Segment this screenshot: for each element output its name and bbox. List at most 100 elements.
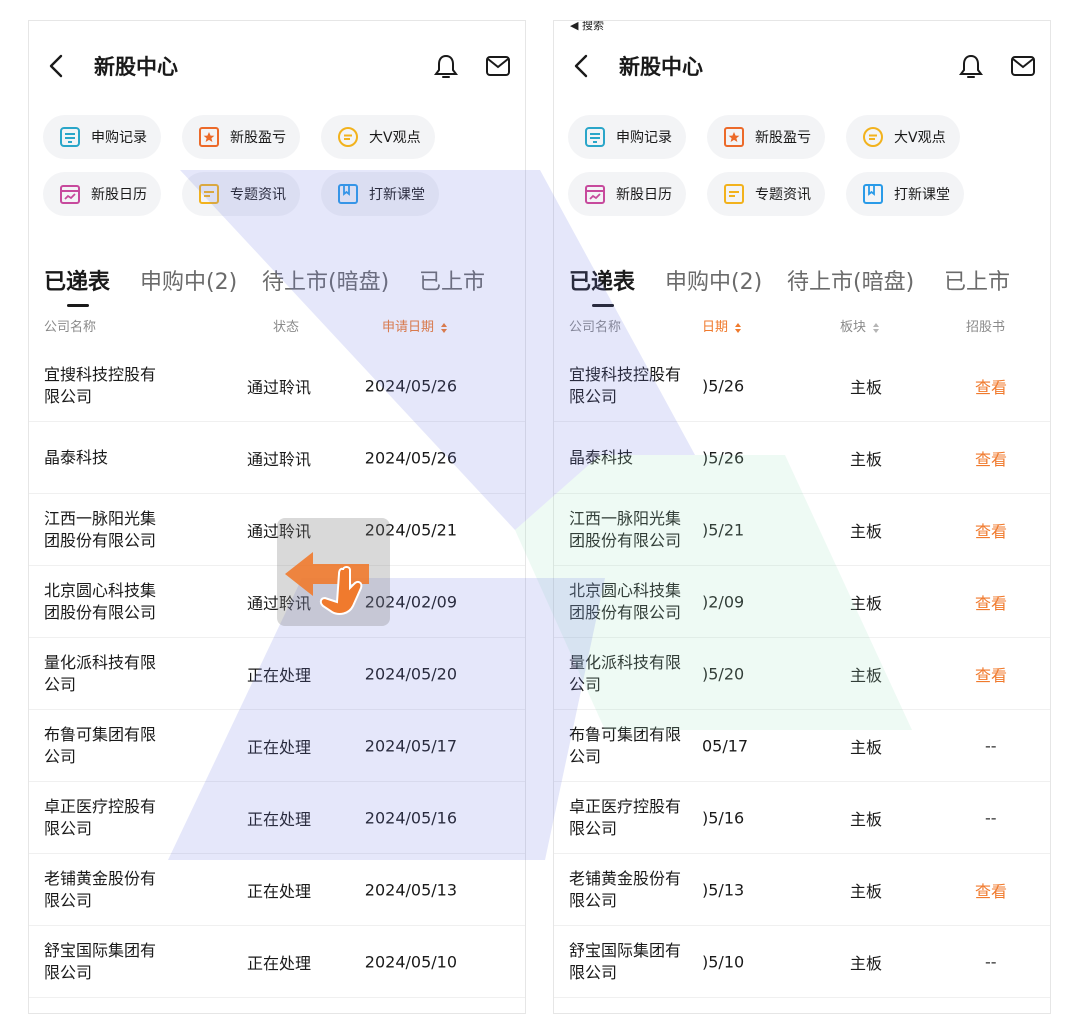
board-text: 主板 — [850, 809, 883, 829]
table-row[interactable]: 上海卓越睿新数 — [554, 998, 1050, 1013]
prospectus-link[interactable]: 查看 — [975, 878, 1007, 902]
table-row[interactable]: 卓正医疗控股有限公司 正在处理 2024/05/16 — [29, 782, 525, 854]
tab-pending-listing[interactable]: 待上市(暗盘) — [787, 269, 914, 297]
list-doc-icon — [60, 127, 80, 147]
status-text: 通过聆讯 — [247, 449, 312, 469]
chat-bubble-icon — [338, 127, 358, 147]
apply-date: )5/26 — [702, 448, 745, 467]
apply-date: )5/16 — [702, 808, 745, 827]
table-row[interactable]: 宜搜科技控股有限公司)5/26 主板 查看 — [554, 350, 1050, 422]
column-header-company: 公司名称 — [44, 320, 97, 335]
company-name: 舒宝国际集团有限公司 — [44, 940, 157, 982]
table-row[interactable]: 宜搜科技控股有限公司 通过聆讯 2024/05/26 — [29, 350, 525, 422]
mail-icon[interactable] — [1010, 55, 1036, 77]
prospectus-link[interactable]: 查看 — [975, 374, 1007, 398]
tab-pending-listing[interactable]: 待上市(暗盘) — [262, 269, 389, 297]
table-row[interactable]: 量化派科技有限公司 正在处理 2024/05/20 — [29, 638, 525, 710]
table-row[interactable]: 布鲁可集团有限公司 05/17 主板 -- — [554, 710, 1050, 782]
chip-ipo-classroom[interactable]: 打新课堂 — [846, 172, 964, 216]
board-text: 主板 — [850, 521, 883, 541]
chip-label: 专题资讯 — [755, 187, 811, 203]
column-header-company: 公司名称 — [569, 320, 622, 335]
bell-icon[interactable] — [958, 53, 984, 81]
chip-label: 专题资讯 — [230, 187, 286, 203]
chip-ipo-profit-loss[interactable]: 新股盈亏 — [182, 115, 300, 159]
back-arrow-icon[interactable] — [570, 53, 594, 79]
chip-ipo-profit-loss[interactable]: 新股盈亏 — [707, 115, 825, 159]
chip-label: 新股盈亏 — [230, 130, 286, 146]
company-name: 舒宝国际集团有限公司 — [569, 940, 682, 982]
column-header-date-label: 申请日期 — [382, 320, 435, 335]
apply-date: 2024/05/26 — [364, 448, 457, 467]
board-text: 主板 — [850, 953, 883, 973]
board-text: 主板 — [850, 881, 883, 901]
board-text: 主板 — [850, 665, 883, 685]
apply-date: 2024/05/16 — [364, 808, 457, 827]
prospectus-link[interactable]: 查看 — [975, 662, 1007, 686]
apply-date: )5/10 — [702, 952, 745, 971]
chip-influencer-views[interactable]: 大V观点 — [321, 115, 435, 159]
tab-listed[interactable]: 已上市 — [944, 269, 1010, 297]
chip-ipo-calendar[interactable]: 新股日历 — [43, 172, 161, 216]
table-row[interactable]: 江西一脉阳光集团股份有限公司)5/21 主板 查看 — [554, 494, 1050, 566]
mail-icon[interactable] — [485, 55, 511, 77]
column-header-date[interactable]: 日期 — [702, 319, 742, 337]
chip-label: 新股日历 — [616, 187, 672, 203]
tab-subscribing[interactable]: 申购中(2) — [140, 269, 237, 297]
column-header-date[interactable]: 申请日期 — [382, 319, 448, 337]
company-name: 量化派科技有限公司 — [569, 652, 682, 694]
apply-date: )2/09 — [702, 592, 745, 611]
status-text: 正在处理 — [247, 953, 312, 973]
company-name: 量化派科技有限公司 — [44, 652, 157, 694]
table-row[interactable]: 布鲁可集团有限公司 正在处理 2024/05/17 — [29, 710, 525, 782]
sort-icon — [441, 322, 448, 333]
swipe-left-hand-icon — [285, 552, 369, 615]
table-row[interactable]: 晶泰科技)5/26 主板 查看 — [554, 422, 1050, 494]
apply-date: 2024/05/26 — [364, 376, 457, 395]
tab-filed[interactable]: 已递表 — [44, 269, 110, 297]
chip-ipo-classroom[interactable]: 打新课堂 — [321, 172, 439, 216]
column-header-status: 状态 — [273, 320, 300, 335]
table-row[interactable]: 老铺黄金股份有限公司 正在处理 2024/05/13 — [29, 854, 525, 926]
prospectus-link[interactable]: 查看 — [975, 590, 1007, 614]
chip-ipo-calendar[interactable]: 新股日历 — [568, 172, 686, 216]
chip-influencer-views[interactable]: 大V观点 — [846, 115, 960, 159]
prospectus-link[interactable]: 查看 — [975, 518, 1007, 542]
star-bookmark-icon — [199, 127, 219, 147]
chip-topic-news[interactable]: 专题资讯 — [707, 172, 825, 216]
chip-label: 打新课堂 — [894, 187, 950, 203]
chip-subscription-records[interactable]: 申购记录 — [43, 115, 161, 159]
tab-subscribing[interactable]: 申购中(2) — [665, 269, 762, 297]
apply-date: 2024/05/17 — [364, 736, 457, 755]
prospectus-link[interactable]: 查看 — [975, 446, 1007, 470]
column-header-board[interactable]: 板块 — [840, 319, 880, 337]
table-row[interactable]: 晶泰科技 通过聆讯 2024/05/26 — [29, 422, 525, 494]
bell-icon[interactable] — [433, 53, 459, 81]
table-row[interactable]: 老铺黄金股份有限公司)5/13 主板 查看 — [554, 854, 1050, 926]
chip-label: 新股日历 — [91, 187, 147, 203]
company-name: 卓正医疗控股有限公司 — [44, 796, 157, 838]
table-row[interactable]: 卓正医疗控股有限公司)5/16 主板 -- — [554, 782, 1050, 854]
tab-filed[interactable]: 已递表 — [569, 269, 635, 297]
classroom-board-icon — [863, 184, 883, 204]
chip-label: 打新课堂 — [369, 187, 425, 203]
table-row[interactable]: 北京圆心科技集团股份有限公司)2/09 主板 查看 — [554, 566, 1050, 638]
company-name: 江西一脉阳光集团股份有限公司 — [44, 508, 157, 550]
back-arrow-icon[interactable] — [45, 53, 69, 79]
table-row[interactable]: 量化派科技有限公司 )5/20 主板 查看 — [554, 638, 1050, 710]
board-text: 主板 — [850, 737, 883, 757]
table-row[interactable]: 上海卓越睿新数 — [29, 998, 525, 1013]
active-tab-indicator — [592, 304, 614, 307]
board-text: 主板 — [850, 377, 883, 397]
chip-topic-news[interactable]: 专题资讯 — [182, 172, 300, 216]
chip-subscription-records[interactable]: 申购记录 — [568, 115, 686, 159]
column-header-date-label: 日期 — [702, 320, 729, 335]
sort-icon — [873, 322, 880, 333]
apply-date: )5/20 — [702, 664, 745, 683]
board-text: 主板 — [850, 449, 883, 469]
status-bar-back-link[interactable]: ◀ 搜索 — [570, 21, 604, 33]
table-row[interactable]: 舒宝国际集团有限公司)5/10 主板 -- — [554, 926, 1050, 998]
star-bookmark-icon — [724, 127, 744, 147]
table-row[interactable]: 舒宝国际集团有限公司 正在处理 2024/05/10 — [29, 926, 525, 998]
tab-listed[interactable]: 已上市 — [419, 269, 485, 297]
